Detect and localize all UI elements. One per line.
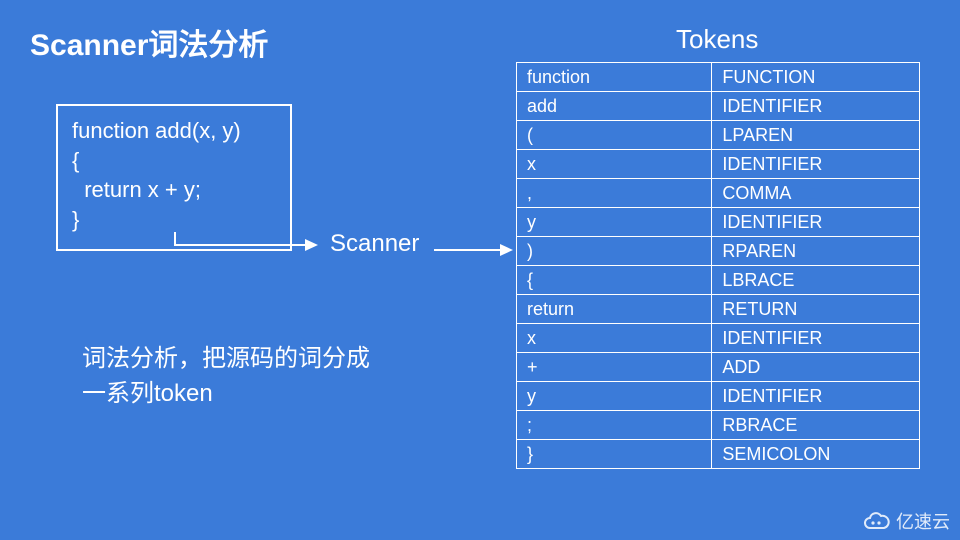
- table-row: xIDENTIFIER: [517, 150, 920, 179]
- token-type-cell: RPAREN: [712, 237, 920, 266]
- watermark: 亿速云: [862, 508, 950, 534]
- code-line: function add(x, y): [72, 116, 276, 146]
- token-lexeme-cell: +: [517, 353, 712, 382]
- source-code-box: function add(x, y) { return x + y; }: [56, 104, 292, 251]
- code-line: {: [72, 146, 276, 176]
- table-row: returnRETURN: [517, 295, 920, 324]
- token-type-cell: COMMA: [712, 179, 920, 208]
- table-row: ;RBRACE: [517, 411, 920, 440]
- token-lexeme-cell: (: [517, 121, 712, 150]
- token-type-cell: RBRACE: [712, 411, 920, 440]
- table-row: yIDENTIFIER: [517, 208, 920, 237]
- token-lexeme-cell: y: [517, 208, 712, 237]
- code-line: }: [72, 205, 276, 235]
- table-row: }SEMICOLON: [517, 440, 920, 469]
- description-line: 词法分析，把源码的词分成: [82, 342, 370, 377]
- table-row: +ADD: [517, 353, 920, 382]
- description-text: 词法分析，把源码的词分成 一系列token: [82, 342, 370, 412]
- slide-title: Scanner词法分析: [30, 20, 268, 64]
- token-lexeme-cell: x: [517, 150, 712, 179]
- code-line: return x + y;: [72, 175, 276, 205]
- table-row: functionFUNCTION: [517, 63, 920, 92]
- token-lexeme-cell: ;: [517, 411, 712, 440]
- description-line: 一系列token: [82, 377, 370, 412]
- token-type-cell: IDENTIFIER: [712, 324, 920, 353]
- token-type-cell: ADD: [712, 353, 920, 382]
- token-lexeme-cell: x: [517, 324, 712, 353]
- token-type-cell: IDENTIFIER: [712, 382, 920, 411]
- table-row: (LPAREN: [517, 121, 920, 150]
- table-row: ,COMMA: [517, 179, 920, 208]
- token-type-cell: LBRACE: [712, 266, 920, 295]
- token-type-cell: IDENTIFIER: [712, 208, 920, 237]
- token-lexeme-cell: add: [517, 92, 712, 121]
- tokens-table: functionFUNCTIONaddIDENTIFIER(LPARENxIDE…: [516, 62, 920, 469]
- token-lexeme-cell: }: [517, 440, 712, 469]
- token-lexeme-cell: {: [517, 266, 712, 295]
- tokens-heading: Tokens: [676, 24, 758, 55]
- arrow-to-tokens-icon: [434, 242, 514, 258]
- token-type-cell: IDENTIFIER: [712, 150, 920, 179]
- table-row: )RPAREN: [517, 237, 920, 266]
- table-row: addIDENTIFIER: [517, 92, 920, 121]
- table-row: xIDENTIFIER: [517, 324, 920, 353]
- token-lexeme-cell: function: [517, 63, 712, 92]
- token-lexeme-cell: ): [517, 237, 712, 266]
- table-row: {LBRACE: [517, 266, 920, 295]
- token-lexeme-cell: ,: [517, 179, 712, 208]
- token-type-cell: LPAREN: [712, 121, 920, 150]
- watermark-text: 亿速云: [896, 508, 950, 534]
- token-type-cell: RETURN: [712, 295, 920, 324]
- table-row: yIDENTIFIER: [517, 382, 920, 411]
- token-lexeme-cell: return: [517, 295, 712, 324]
- token-type-cell: SEMICOLON: [712, 440, 920, 469]
- scanner-label: Scanner: [330, 230, 419, 258]
- token-type-cell: IDENTIFIER: [712, 92, 920, 121]
- cloud-icon: [862, 511, 890, 531]
- token-lexeme-cell: y: [517, 382, 712, 411]
- arrow-from-code-icon: [170, 232, 320, 262]
- token-type-cell: FUNCTION: [712, 63, 920, 92]
